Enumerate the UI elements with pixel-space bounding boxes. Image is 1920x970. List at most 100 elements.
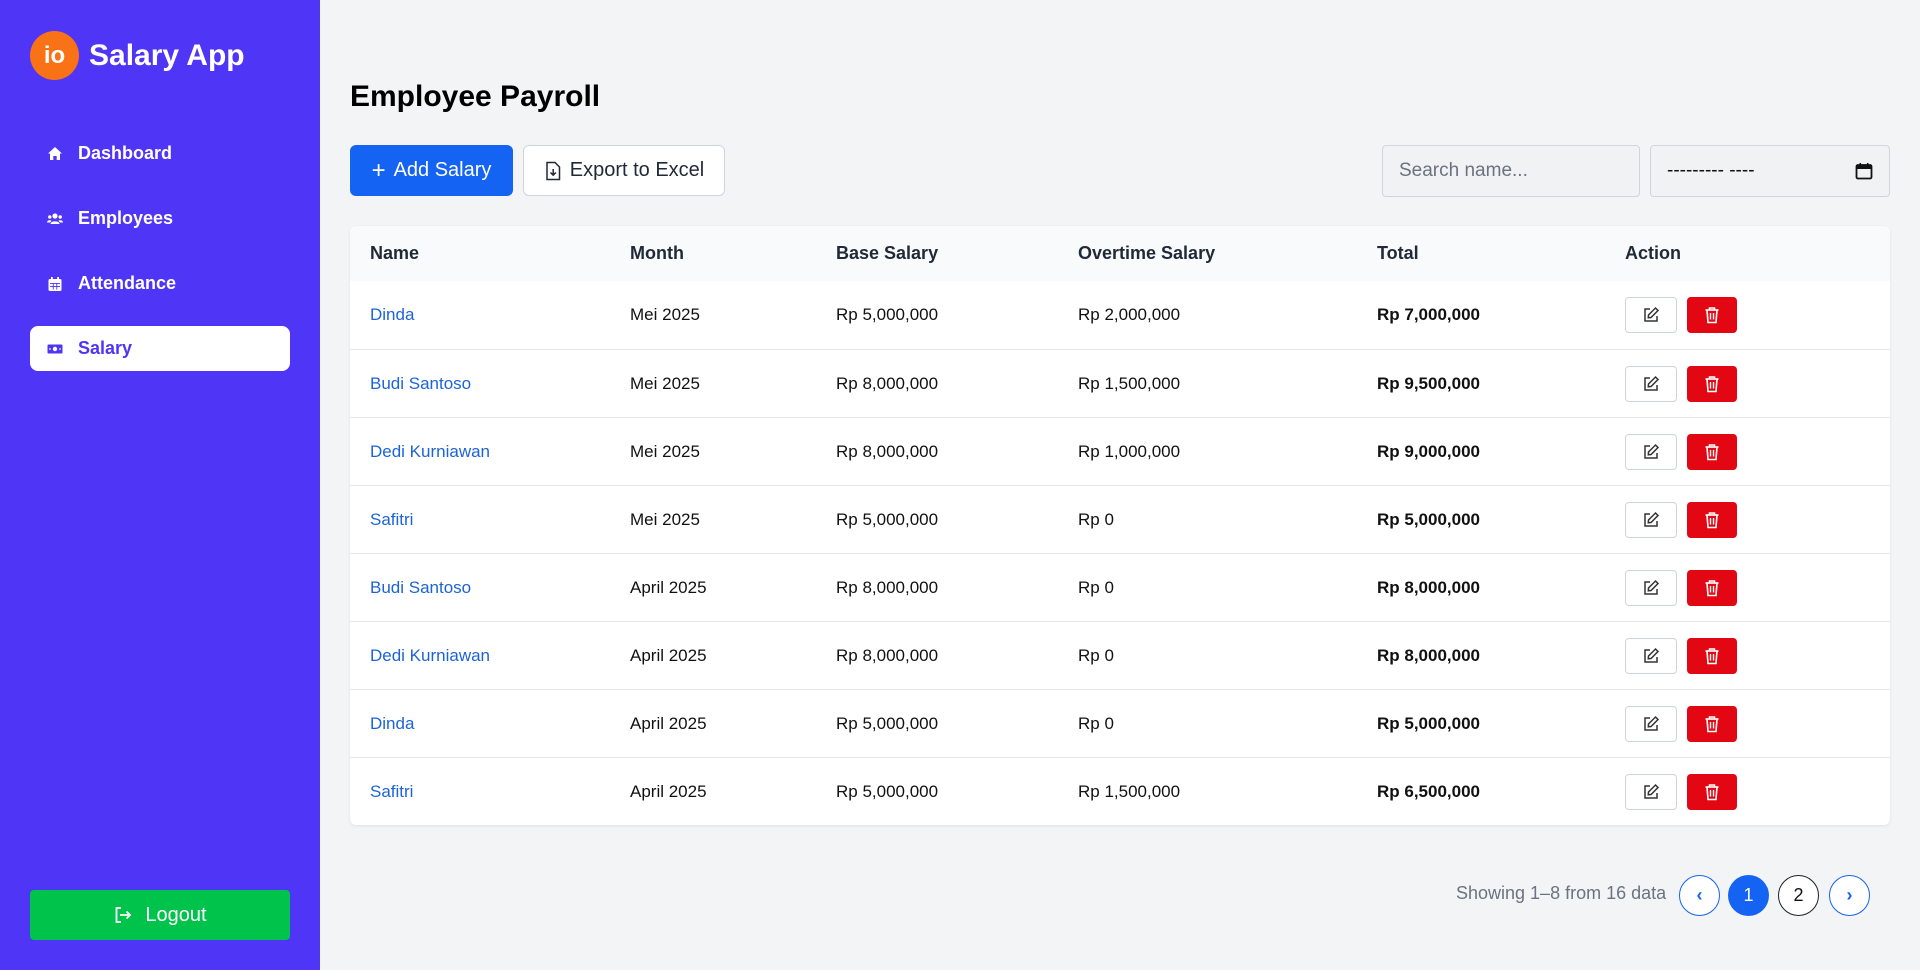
header-overtime-salary: Overtime Salary (1078, 243, 1216, 263)
edit-button[interactable] (1625, 501, 1677, 538)
export-excel-label: Export to Excel (569, 159, 705, 181)
delete-button[interactable] (1687, 637, 1737, 674)
cell-action (1625, 569, 1890, 606)
cell-base-salary: Rp 5,000,000 (836, 713, 939, 733)
edit-icon (1644, 647, 1660, 663)
app-title: Salary App (89, 38, 245, 72)
table-row: Dinda April 2025 Rp 5,000,000 Rp 0 Rp 5,000,… (350, 689, 1890, 757)
users-icon (46, 210, 64, 228)
delete-button[interactable] (1687, 569, 1737, 606)
logout-icon (116, 907, 132, 923)
sidebar-item-attendance[interactable]: Attendance (30, 261, 290, 306)
pagination-page-2[interactable]: 2 (1778, 875, 1819, 916)
cell-base-salary: Rp 8,000,000 (836, 441, 939, 461)
cell-overtime-salary: Rp 1,500,000 (1078, 781, 1181, 801)
cell-action (1625, 365, 1890, 402)
search-input[interactable] (1382, 145, 1640, 197)
payroll-table: Name Month Base Salary Overtime Salary T… (350, 226, 1890, 825)
edit-button[interactable] (1625, 705, 1677, 742)
sidebar: io Salary App Dashboard Employees Attend… (0, 0, 320, 970)
logout-button[interactable]: Logout (30, 890, 290, 940)
sidebar-item-dashboard[interactable]: Dashboard (30, 131, 290, 176)
header-base-salary: Base Salary (836, 243, 939, 263)
header-month: Month (630, 243, 684, 263)
delete-button[interactable] (1687, 297, 1737, 333)
edit-button[interactable] (1625, 637, 1677, 674)
table-body: Dinda Mei 2025 Rp 5,000,000 Rp 2,000,000 Rp … (350, 281, 1890, 825)
cell-month: Mei 2025 (630, 373, 700, 393)
cell-overtime-salary: Rp 0 (1078, 509, 1114, 529)
trash-icon (1705, 647, 1719, 664)
trash-icon (1705, 579, 1719, 596)
edit-button[interactable] (1625, 773, 1677, 810)
edit-button[interactable] (1625, 433, 1677, 470)
logout-label: Logout (145, 903, 207, 926)
trash-icon (1705, 443, 1719, 460)
add-salary-button[interactable]: + Add Salary (350, 145, 513, 196)
sidebar-item-salary[interactable]: Salary (30, 326, 290, 371)
delete-button[interactable] (1687, 433, 1737, 470)
cell-base-salary: Rp 8,000,000 (836, 577, 939, 597)
cell-month: April 2025 (630, 577, 707, 597)
month-picker[interactable]: --------- ---- (1650, 145, 1890, 197)
edit-icon (1644, 715, 1660, 731)
cell-month: Mei 2025 (630, 305, 700, 324)
header-total: Total (1377, 243, 1419, 263)
pagination-page-1[interactable]: 1 (1728, 875, 1769, 916)
cell-action (1625, 637, 1890, 674)
employee-name-link[interactable]: Dedi Kurniawan (370, 646, 490, 665)
brand: io Salary App (30, 31, 245, 80)
app-logo: io (30, 31, 79, 80)
table-header: Name Month Base Salary Overtime Salary T… (350, 226, 1890, 281)
trash-icon (1705, 307, 1719, 324)
employee-name-link[interactable]: Dinda (370, 714, 414, 733)
cell-total: Rp 6,500,000 (1377, 781, 1481, 801)
file-download-icon (545, 161, 560, 180)
employee-name-link[interactable]: Budi Santoso (370, 374, 471, 393)
sidebar-item-label: Dashboard (78, 143, 173, 163)
add-salary-label: Add Salary (393, 159, 492, 181)
page-title: Employee Payroll (350, 80, 601, 113)
table-row: Budi Santoso April 2025 Rp 8,000,000 Rp 0 Rp… (350, 553, 1890, 621)
export-excel-button[interactable]: Export to Excel (523, 145, 725, 196)
cell-overtime-salary: Rp 1,000,000 (1078, 441, 1181, 461)
cell-total: Rp 9,500,000 (1377, 373, 1481, 393)
edit-button[interactable] (1625, 297, 1677, 333)
cell-total: Rp 7,000,000 (1377, 305, 1481, 324)
edit-icon (1644, 443, 1660, 459)
cell-total: Rp 8,000,000 (1377, 577, 1481, 597)
employee-name-link[interactable]: Dedi Kurniawan (370, 442, 490, 461)
table-row: Safitri Mei 2025 Rp 5,000,000 Rp 0 Rp 5,000,… (350, 485, 1890, 553)
edit-button[interactable] (1625, 365, 1677, 402)
edit-button[interactable] (1625, 569, 1677, 606)
delete-button[interactable] (1687, 773, 1737, 810)
trash-icon (1705, 783, 1719, 800)
employee-name-link[interactable]: Safitri (370, 510, 413, 529)
cell-overtime-salary: Rp 2,000,000 (1078, 305, 1181, 324)
sidebar-item-label: Salary (78, 338, 133, 358)
cell-action (1625, 773, 1890, 810)
employee-name-link[interactable]: Dinda (370, 305, 414, 324)
sidebar-nav: Dashboard Employees Attendance Salary (30, 131, 290, 391)
cell-action (1625, 433, 1890, 470)
employee-name-link[interactable]: Budi Santoso (370, 578, 471, 597)
pagination-next-button[interactable]: › (1829, 875, 1870, 916)
trash-icon (1705, 715, 1719, 732)
table-row: Dedi Kurniawan Mei 2025 Rp 8,000,000 Rp 1,0… (350, 417, 1890, 485)
edit-icon (1644, 579, 1660, 595)
cell-overtime-salary: Rp 0 (1078, 645, 1114, 665)
cell-month: April 2025 (630, 645, 707, 665)
pagination-prev-button[interactable]: ‹ (1679, 875, 1720, 916)
money-icon (46, 340, 64, 358)
delete-button[interactable] (1687, 501, 1737, 538)
delete-button[interactable] (1687, 705, 1737, 742)
table-row: Budi Santoso Mei 2025 Rp 8,000,000 Rp 1,500… (350, 349, 1890, 417)
cell-base-salary: Rp 8,000,000 (836, 373, 939, 393)
employee-name-link[interactable]: Safitri (370, 782, 413, 801)
sidebar-item-employees[interactable]: Employees (30, 196, 290, 241)
delete-button[interactable] (1687, 365, 1737, 402)
cell-base-salary: Rp 5,000,000 (836, 509, 939, 529)
cell-base-salary: Rp 8,000,000 (836, 645, 939, 665)
cell-base-salary: Rp 5,000,000 (836, 781, 939, 801)
calendar-icon[interactable] (1855, 162, 1873, 180)
